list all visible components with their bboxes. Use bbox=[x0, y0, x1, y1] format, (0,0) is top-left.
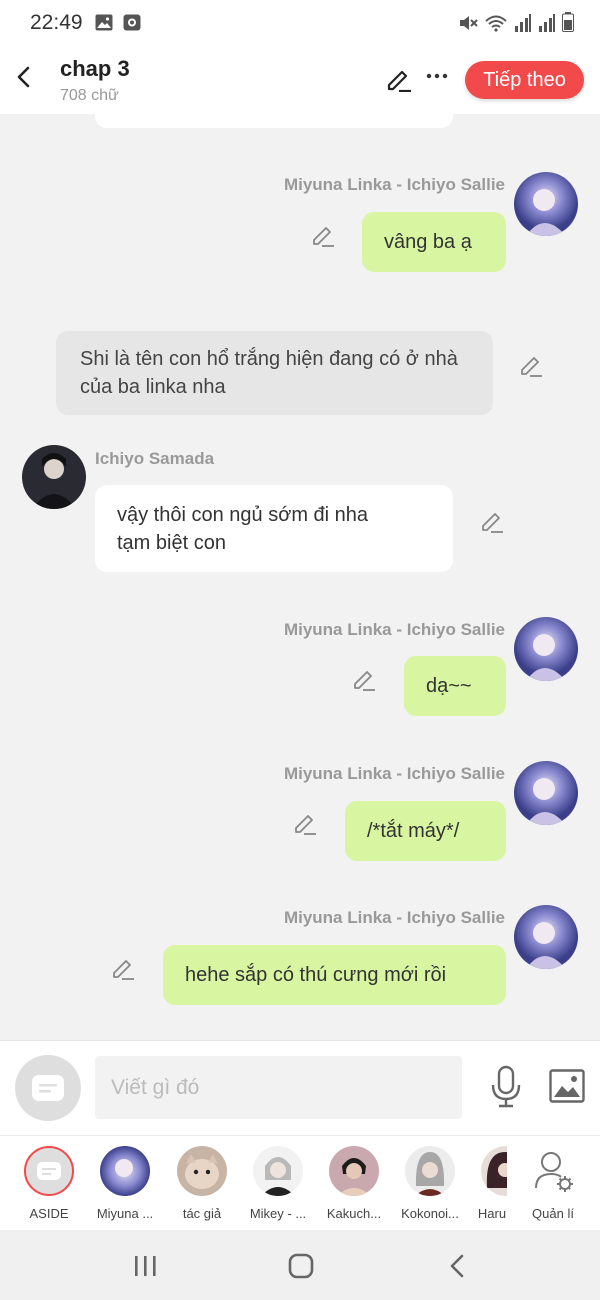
battery-icon bbox=[562, 12, 574, 32]
narration-line-1: Shi là tên con hổ trắng hiện đang có ở n… bbox=[80, 348, 458, 370]
sender-name: Miyuna Linka - Ichiyo Sallie bbox=[283, 764, 505, 783]
chat-area[interactable]: Miyuna Linka - Ichiyo Sallie vâng ba ạ S… bbox=[0, 114, 600, 1040]
character-kokonoi[interactable]: Kokonoi... bbox=[395, 1146, 465, 1221]
message-bubble[interactable]: /*tắt máy*/ bbox=[345, 801, 506, 861]
recent-apps-icon[interactable] bbox=[133, 1254, 159, 1278]
character-kakucho[interactable]: Kakuch... bbox=[319, 1146, 389, 1221]
signal-icon-2 bbox=[539, 14, 555, 32]
status-icons bbox=[458, 12, 574, 32]
status-bar: 22:49 bbox=[0, 0, 600, 46]
message-text: /*tắt máy*/ bbox=[367, 820, 460, 842]
avatar-miyuna[interactable] bbox=[514, 172, 578, 236]
edit-message-icon[interactable] bbox=[292, 810, 318, 836]
sender-name: Miyuna Linka - Ichiyo Sallie bbox=[283, 620, 505, 639]
message-bubble[interactable]: vâng ba ạ bbox=[362, 212, 506, 272]
gallery-notification-icon bbox=[95, 14, 113, 31]
message-line-2: tạm biệt con bbox=[117, 531, 226, 554]
character-avatar bbox=[329, 1146, 379, 1196]
narration-bubble[interactable]: Shi là tên con hổ trắng hiện đang có ở n… bbox=[56, 331, 493, 415]
back-arrow-icon[interactable] bbox=[10, 62, 40, 92]
character-label: Quản lí bbox=[532, 1206, 574, 1221]
character-label: Miyuna ... bbox=[96, 1206, 154, 1221]
character-label: Kakuch... bbox=[326, 1206, 382, 1221]
message-input[interactable] bbox=[95, 1056, 462, 1119]
character-mikey[interactable]: Mikey - ... bbox=[243, 1146, 313, 1221]
manage-icon bbox=[528, 1146, 578, 1196]
character-bar: ASIDE Miyuna ... tác giả Mikey - ... Kak… bbox=[0, 1135, 600, 1230]
wifi-icon bbox=[485, 15, 507, 32]
avatar-ichiyo-samada[interactable] bbox=[22, 445, 86, 509]
character-miyuna[interactable]: Miyuna ... bbox=[90, 1146, 160, 1221]
avatar-miyuna[interactable] bbox=[514, 905, 578, 969]
character-label: Mikey - ... bbox=[249, 1206, 307, 1221]
more-options-icon[interactable] bbox=[424, 60, 450, 90]
message-bubble[interactable]: hehe sắp có thú cưng mới rồi bbox=[163, 945, 506, 1005]
home-icon[interactable] bbox=[288, 1253, 314, 1279]
character-author[interactable]: tác giả bbox=[167, 1146, 237, 1221]
character-avatar bbox=[253, 1146, 303, 1196]
character-label: Kokonoi... bbox=[401, 1206, 459, 1221]
aside-toggle-button[interactable] bbox=[15, 1055, 81, 1121]
app-notification-icon bbox=[123, 14, 141, 31]
message-text: hehe sắp có thú cưng mới rồi bbox=[185, 964, 447, 986]
next-chapter-button[interactable]: Tiếp theo bbox=[465, 61, 584, 99]
image-upload-icon[interactable] bbox=[549, 1069, 585, 1103]
system-nav-bar bbox=[0, 1230, 600, 1300]
edit-message-icon[interactable] bbox=[518, 352, 544, 378]
chapter-title: chap 3 bbox=[60, 56, 130, 81]
word-count: 708 chữ bbox=[60, 87, 119, 104]
sender-name: Ichiyo Samada bbox=[95, 449, 215, 468]
character-avatar bbox=[405, 1146, 455, 1196]
message-text: dạ~~ bbox=[426, 675, 472, 697]
message-line-1: vậy thôi con ngủ sớm đi nha bbox=[117, 503, 369, 526]
character-label: Haru bbox=[477, 1206, 507, 1221]
avatar-miyuna[interactable] bbox=[514, 761, 578, 825]
message-bubble[interactable]: dạ~~ bbox=[404, 656, 506, 716]
character-avatar bbox=[481, 1146, 507, 1196]
character-avatar bbox=[177, 1146, 227, 1196]
sender-name: Miyuna Linka - Ichiyo Sallie bbox=[283, 175, 505, 194]
edit-message-icon[interactable] bbox=[479, 508, 505, 534]
character-aside[interactable]: ASIDE bbox=[14, 1146, 84, 1221]
microphone-icon[interactable] bbox=[489, 1065, 523, 1109]
message-bubble[interactable]: vậy thôi con ngủ sớm đi nha tạm biệt con bbox=[95, 485, 453, 572]
edit-message-icon[interactable] bbox=[310, 222, 336, 248]
mute-icon bbox=[460, 16, 478, 30]
edit-message-icon[interactable] bbox=[110, 955, 136, 981]
character-manage[interactable]: Quản lí bbox=[518, 1146, 588, 1221]
character-label: ASIDE bbox=[29, 1206, 69, 1221]
aside-icon bbox=[32, 1075, 64, 1101]
signal-icon-1 bbox=[515, 14, 531, 32]
sender-name: Miyuna Linka - Ichiyo Sallie bbox=[283, 908, 505, 927]
aside-icon bbox=[37, 1162, 61, 1180]
message-text: vâng ba ạ bbox=[384, 231, 472, 253]
nav-back-icon[interactable] bbox=[447, 1253, 467, 1279]
character-label: tác giả bbox=[182, 1206, 222, 1221]
partial-message-bubble bbox=[95, 114, 453, 128]
character-avatar bbox=[100, 1146, 150, 1196]
aside-avatar bbox=[24, 1146, 74, 1196]
status-time: 22:49 bbox=[30, 11, 83, 34]
chapter-header: chap 3 708 chữ Tiếp theo bbox=[0, 46, 600, 114]
edit-message-icon[interactable] bbox=[351, 666, 377, 692]
narration-line-2: của ba linka nha bbox=[80, 376, 226, 398]
edit-pencil-icon[interactable] bbox=[384, 64, 412, 92]
avatar-miyuna[interactable] bbox=[514, 617, 578, 681]
composer-bar bbox=[0, 1040, 600, 1135]
character-haru[interactable]: Haru bbox=[471, 1146, 507, 1221]
